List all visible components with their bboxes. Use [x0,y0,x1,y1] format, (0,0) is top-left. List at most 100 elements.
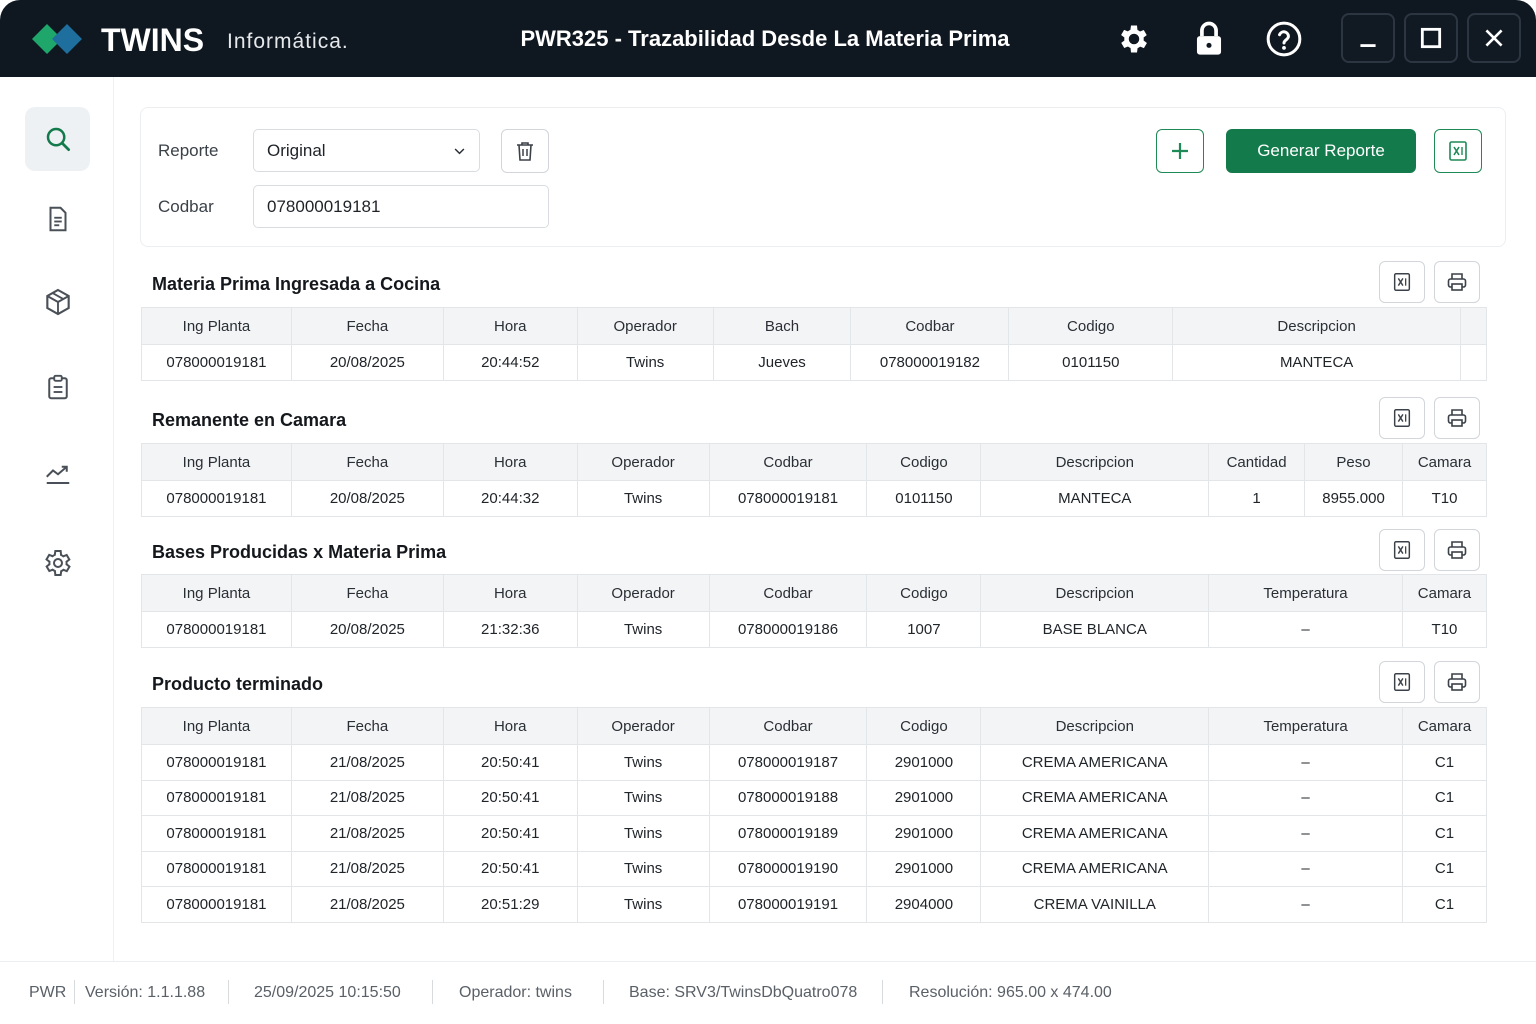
materia-prima-table: Ing Planta Fecha Hora Operador Bach Codb… [141,307,1488,381]
table-cell: MANTECA [980,480,1210,517]
help-icon[interactable] [1261,16,1307,62]
column-header: Temperatura [1208,707,1403,745]
table-cell: – [1208,850,1403,887]
sidebar-item-analytics[interactable] [25,441,90,505]
table-cell: CREMA AMERICANA [980,815,1210,851]
sidebar-item-documents[interactable] [25,187,90,251]
table-row[interactable]: 078000019181 21/08/2025 20:50:41 Twins 0… [141,850,1488,887]
reporte-select-value: Original [267,141,326,160]
table-row[interactable]: 078000019181 21/08/2025 20:50:41 Twins 0… [141,815,1488,851]
section1-excel-button[interactable] [1379,261,1425,303]
chevron-down-icon [454,148,465,155]
column-header: Codigo [866,707,982,745]
table-header: Ing Planta Fecha Hora Operador Bach Codb… [141,307,1488,345]
table-cell: 078000019181 [141,344,292,381]
table-cell: Twins [577,480,710,517]
table-row[interactable]: 078000019181 21/08/2025 20:50:41 Twins 0… [141,744,1488,780]
section3-print-button[interactable] [1434,529,1480,571]
table-cell: 21/08/2025 [291,779,444,816]
section-title-materia-prima: Materia Prima Ingresada a Cocina [152,274,441,294]
status-operator: Operador: twins [459,984,572,1001]
table-cell: Twins [577,779,710,816]
sidebar-item-search[interactable] [25,107,90,171]
status-separator [228,980,229,1004]
table-cell: C1 [1402,779,1488,816]
table-cell: 21/08/2025 [291,744,444,780]
table-cell: 20:50:41 [443,815,578,851]
status-separator [882,980,883,1004]
table-cell: Twins [577,850,710,887]
table-row[interactable]: 078000019181 20/08/2025 20:44:32 Twins 0… [141,480,1487,517]
table-row[interactable]: 078000019181 20/08/2025 21:32:36 Twins 0… [141,611,1488,648]
reporte-select[interactable]: Original [253,129,480,172]
maximize-icon[interactable] [1404,13,1458,63]
table-cell: 20:50:41 [443,779,578,816]
generate-report-button[interactable]: Generar Reporte [1226,129,1416,173]
clipboard-icon [47,374,68,400]
table-cell: Twins [577,815,710,851]
codbar-input[interactable]: 078000019181 [253,185,549,228]
close-icon[interactable] [1467,13,1521,63]
table-cell: C1 [1402,886,1488,922]
sidebar-item-tasks[interactable] [25,355,90,419]
section4-print-button[interactable] [1434,661,1480,703]
gear-icon[interactable] [1111,16,1157,62]
column-header: Codigo [866,574,982,612]
table-cell: 078000019181 [141,779,292,816]
title-bar: TWINS Informática. PWR325 - Trazabilidad… [0,0,1536,77]
sidebar-item-products[interactable] [25,270,90,334]
excel-icon [1393,673,1411,691]
table-row[interactable]: 078000019181 21/08/2025 20:51:29 Twins 0… [141,886,1488,922]
table-cell: 078000019182 [850,344,1010,381]
table-cell: 8955.000 [1304,480,1403,517]
section1-print-button[interactable] [1434,261,1480,303]
export-excel-button[interactable] [1434,129,1482,173]
section2-print-button[interactable] [1434,397,1480,439]
column-header: Descripcion [980,574,1210,612]
section3-excel-button[interactable] [1379,529,1425,571]
excel-icon [1393,409,1411,427]
table-cell: CREMA AMERICANA [980,779,1210,816]
table-cell: 20/08/2025 [291,611,444,648]
table-row[interactable]: 078000019181 20/08/2025 20:44:52 Twins J… [141,344,1488,381]
table-cell: BASE BLANCA [980,611,1210,648]
table-cell: C1 [1402,744,1488,780]
column-header: Fecha [291,443,444,481]
status-version: Versión: 1.1.1.88 [85,984,206,1001]
column-header: Operador [577,443,710,481]
column-header: Descripcion [1172,307,1461,345]
delete-button[interactable] [501,129,549,173]
producto-terminado-table: Ing Planta Fecha Hora Operador Codbar Co… [141,707,1488,923]
minimize-icon[interactable] [1341,13,1395,63]
brand-subtitle: Informática. [227,30,349,53]
brand-name: TWINS [101,22,205,58]
section4-excel-button[interactable] [1379,661,1425,703]
table-cell: – [1208,744,1403,780]
status-datetime: 25/09/2025 10:15:50 [254,984,401,1001]
status-database: Base: SRV3/TwinsDbQuatro078 [629,984,858,1001]
table-cell: Twins [577,744,710,780]
table-cell: 1007 [866,611,982,648]
column-header: Codbar [709,443,868,481]
lock-icon[interactable] [1186,16,1232,62]
table-cell: 20:44:32 [443,480,578,517]
table-cell: – [1208,815,1403,851]
table-header: Ing Planta Fecha Hora Operador Codbar Co… [141,707,1488,745]
table-cell: 2901000 [866,815,982,851]
excel-icon [1393,541,1411,559]
add-button[interactable] [1156,129,1204,173]
table-row[interactable]: 078000019181 21/08/2025 20:50:41 Twins 0… [141,779,1488,816]
column-header: Ing Planta [141,707,292,745]
section2-excel-button[interactable] [1379,397,1425,439]
column-header: Hora [443,707,578,745]
column-header: Codbar [709,707,868,745]
table-cell: 20/08/2025 [291,344,444,381]
printer-icon [1447,409,1467,427]
table-cell: 078000019191 [709,886,868,922]
column-header: Ing Planta [141,443,292,481]
table-cell: 078000019190 [709,850,868,887]
table-cell: 20:51:29 [443,886,578,922]
table-cell: 0101150 [1008,344,1174,381]
plus-icon [1172,143,1188,159]
sidebar-item-settings[interactable] [25,531,90,595]
